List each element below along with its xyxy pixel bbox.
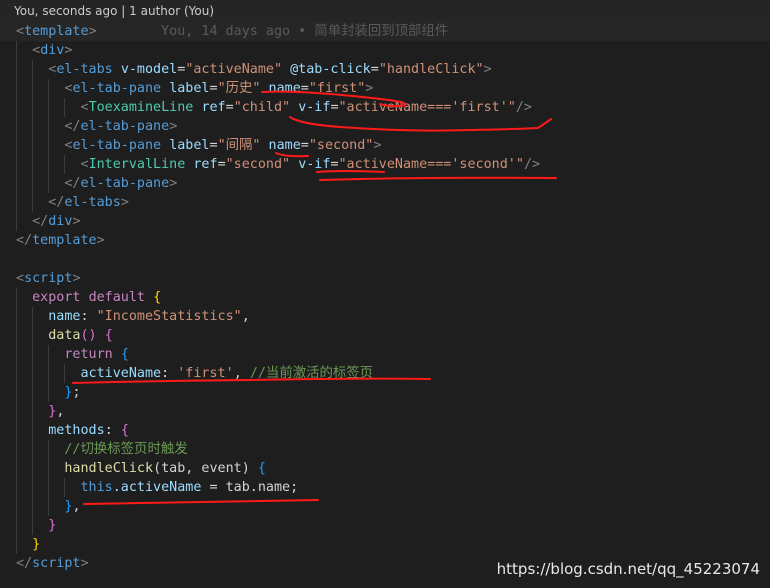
code-line: </el-tab-pane> (0, 174, 770, 193)
tag-template: template (24, 24, 89, 39)
code-editor[interactable]: <template> You, 14 days ago • 简单封装回到顶部组件… (0, 22, 770, 573)
code-line: <script> (16, 271, 81, 286)
code-line: handleClick(tab, event) { (0, 459, 770, 478)
code-line: }; (0, 383, 770, 402)
code-line: </template> (16, 233, 105, 248)
code-line: } (0, 516, 770, 535)
code-line: this.activeName = tab.name; (0, 478, 770, 497)
code-line: <el-tabs v-model="activeName" @tab-click… (0, 60, 770, 79)
code-line: activeName: 'first', //当前激活的标签页 (0, 364, 770, 383)
blame-header: You, seconds ago | 1 author (You) (0, 0, 770, 22)
code-line: <IntervalLine ref="second" v-if="activeN… (0, 155, 770, 174)
watermark: https://blog.csdn.net/qq_45223074 (496, 560, 760, 578)
code-line: }, (0, 402, 770, 421)
code-line: name: "IncomeStatistics", (0, 307, 770, 326)
code-line: </el-tab-pane> (0, 117, 770, 136)
code-line: export default { (0, 288, 770, 307)
code-line: <ToexamineLine ref="child" v-if="activeN… (0, 98, 770, 117)
code-line: <el-tab-pane label="历史" name="first"> (0, 79, 770, 98)
code-line: <el-tab-pane label="间隔" name="second"> (0, 136, 770, 155)
inline-blame: You, 14 days ago • 简单封装回到顶部组件 (161, 24, 449, 39)
code-line: <template> You, 14 days ago • 简单封装回到顶部组件 (0, 22, 770, 41)
code-line: }, (0, 497, 770, 516)
code-line: data() { (0, 326, 770, 345)
code-line: </el-tabs> (0, 193, 770, 212)
code-line: //切换标签页时触发 (0, 440, 770, 459)
code-line: return { (0, 345, 770, 364)
code-line: <div> (0, 41, 770, 60)
code-line: </div> (0, 212, 770, 231)
code-line: } (0, 535, 770, 554)
code-line: methods: { (0, 421, 770, 440)
